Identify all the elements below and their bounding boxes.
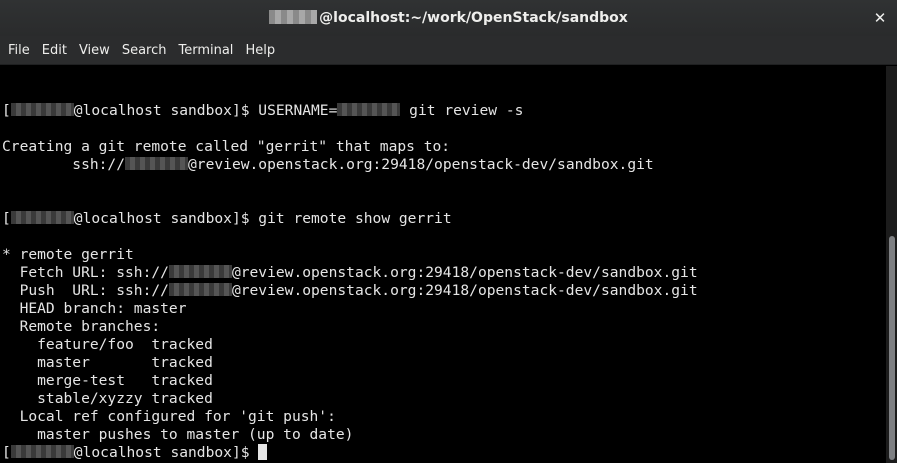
redacted-username (168, 265, 232, 278)
vertical-scrollbar[interactable] (886, 66, 897, 463)
redacted-username (10, 211, 74, 224)
terminal-line: master pushes to master (up to date) (2, 426, 354, 443)
redacted-username (269, 10, 318, 24)
terminal-line: stable/xyzzy tracked (2, 390, 213, 407)
close-button[interactable]: ✕ (871, 9, 889, 27)
terminal-line: ssh://@review.openstack.org:29418/openst… (2, 156, 654, 173)
menu-file[interactable]: File (2, 36, 36, 65)
redacted-username (168, 283, 232, 296)
terminal-line: merge-test tracked (2, 372, 213, 389)
terminal-line: * remote gerrit (2, 246, 134, 263)
terminal-line: Creating a git remote called "gerrit" th… (2, 138, 451, 155)
menu-help[interactable]: Help (239, 36, 281, 65)
terminal-line: [@localhost sandbox]$ git remote show ge… (2, 210, 452, 227)
terminal-line: Push URL: ssh://@review.openstack.org:29… (2, 282, 698, 299)
menu-view[interactable]: View (73, 36, 116, 65)
terminal-line: Fetch URL: ssh://@review.openstack.org:2… (2, 264, 698, 281)
text-cursor (258, 444, 268, 460)
menu-terminal[interactable]: Terminal (172, 36, 239, 65)
terminal-line: Remote branches: (2, 318, 161, 335)
scrollbar-thumb[interactable] (889, 236, 895, 460)
window-title-text: @localhost:~/work/OpenStack/sandbox (319, 10, 628, 26)
terminal-line: HEAD branch: master (2, 300, 187, 317)
terminal-window: @localhost:~/work/OpenStack/sandbox ✕ Fi… (0, 0, 897, 463)
menu-bar: File Edit View Search Terminal Help (0, 36, 897, 65)
terminal-line: feature/foo tracked (2, 336, 213, 353)
redacted-username (10, 445, 74, 458)
terminal-line: Local ref configured for 'git push': (2, 408, 336, 425)
title-bar[interactable]: @localhost:~/work/OpenStack/sandbox ✕ (0, 0, 897, 37)
terminal-line: [@localhost sandbox]$ USERNAME= git revi… (2, 102, 524, 119)
terminal-prompt-line: [@localhost sandbox]$ (2, 444, 268, 462)
menu-edit[interactable]: Edit (36, 36, 73, 65)
terminal-output[interactable]: [@localhost sandbox]$ USERNAME= git revi… (0, 66, 886, 463)
terminal-line: master tracked (2, 354, 213, 371)
window-title: @localhost:~/work/OpenStack/sandbox (0, 0, 897, 36)
close-icon: ✕ (873, 9, 887, 27)
menu-search[interactable]: Search (116, 36, 173, 65)
redacted-username (337, 103, 401, 116)
redacted-username (10, 103, 74, 116)
redacted-username (125, 157, 189, 170)
